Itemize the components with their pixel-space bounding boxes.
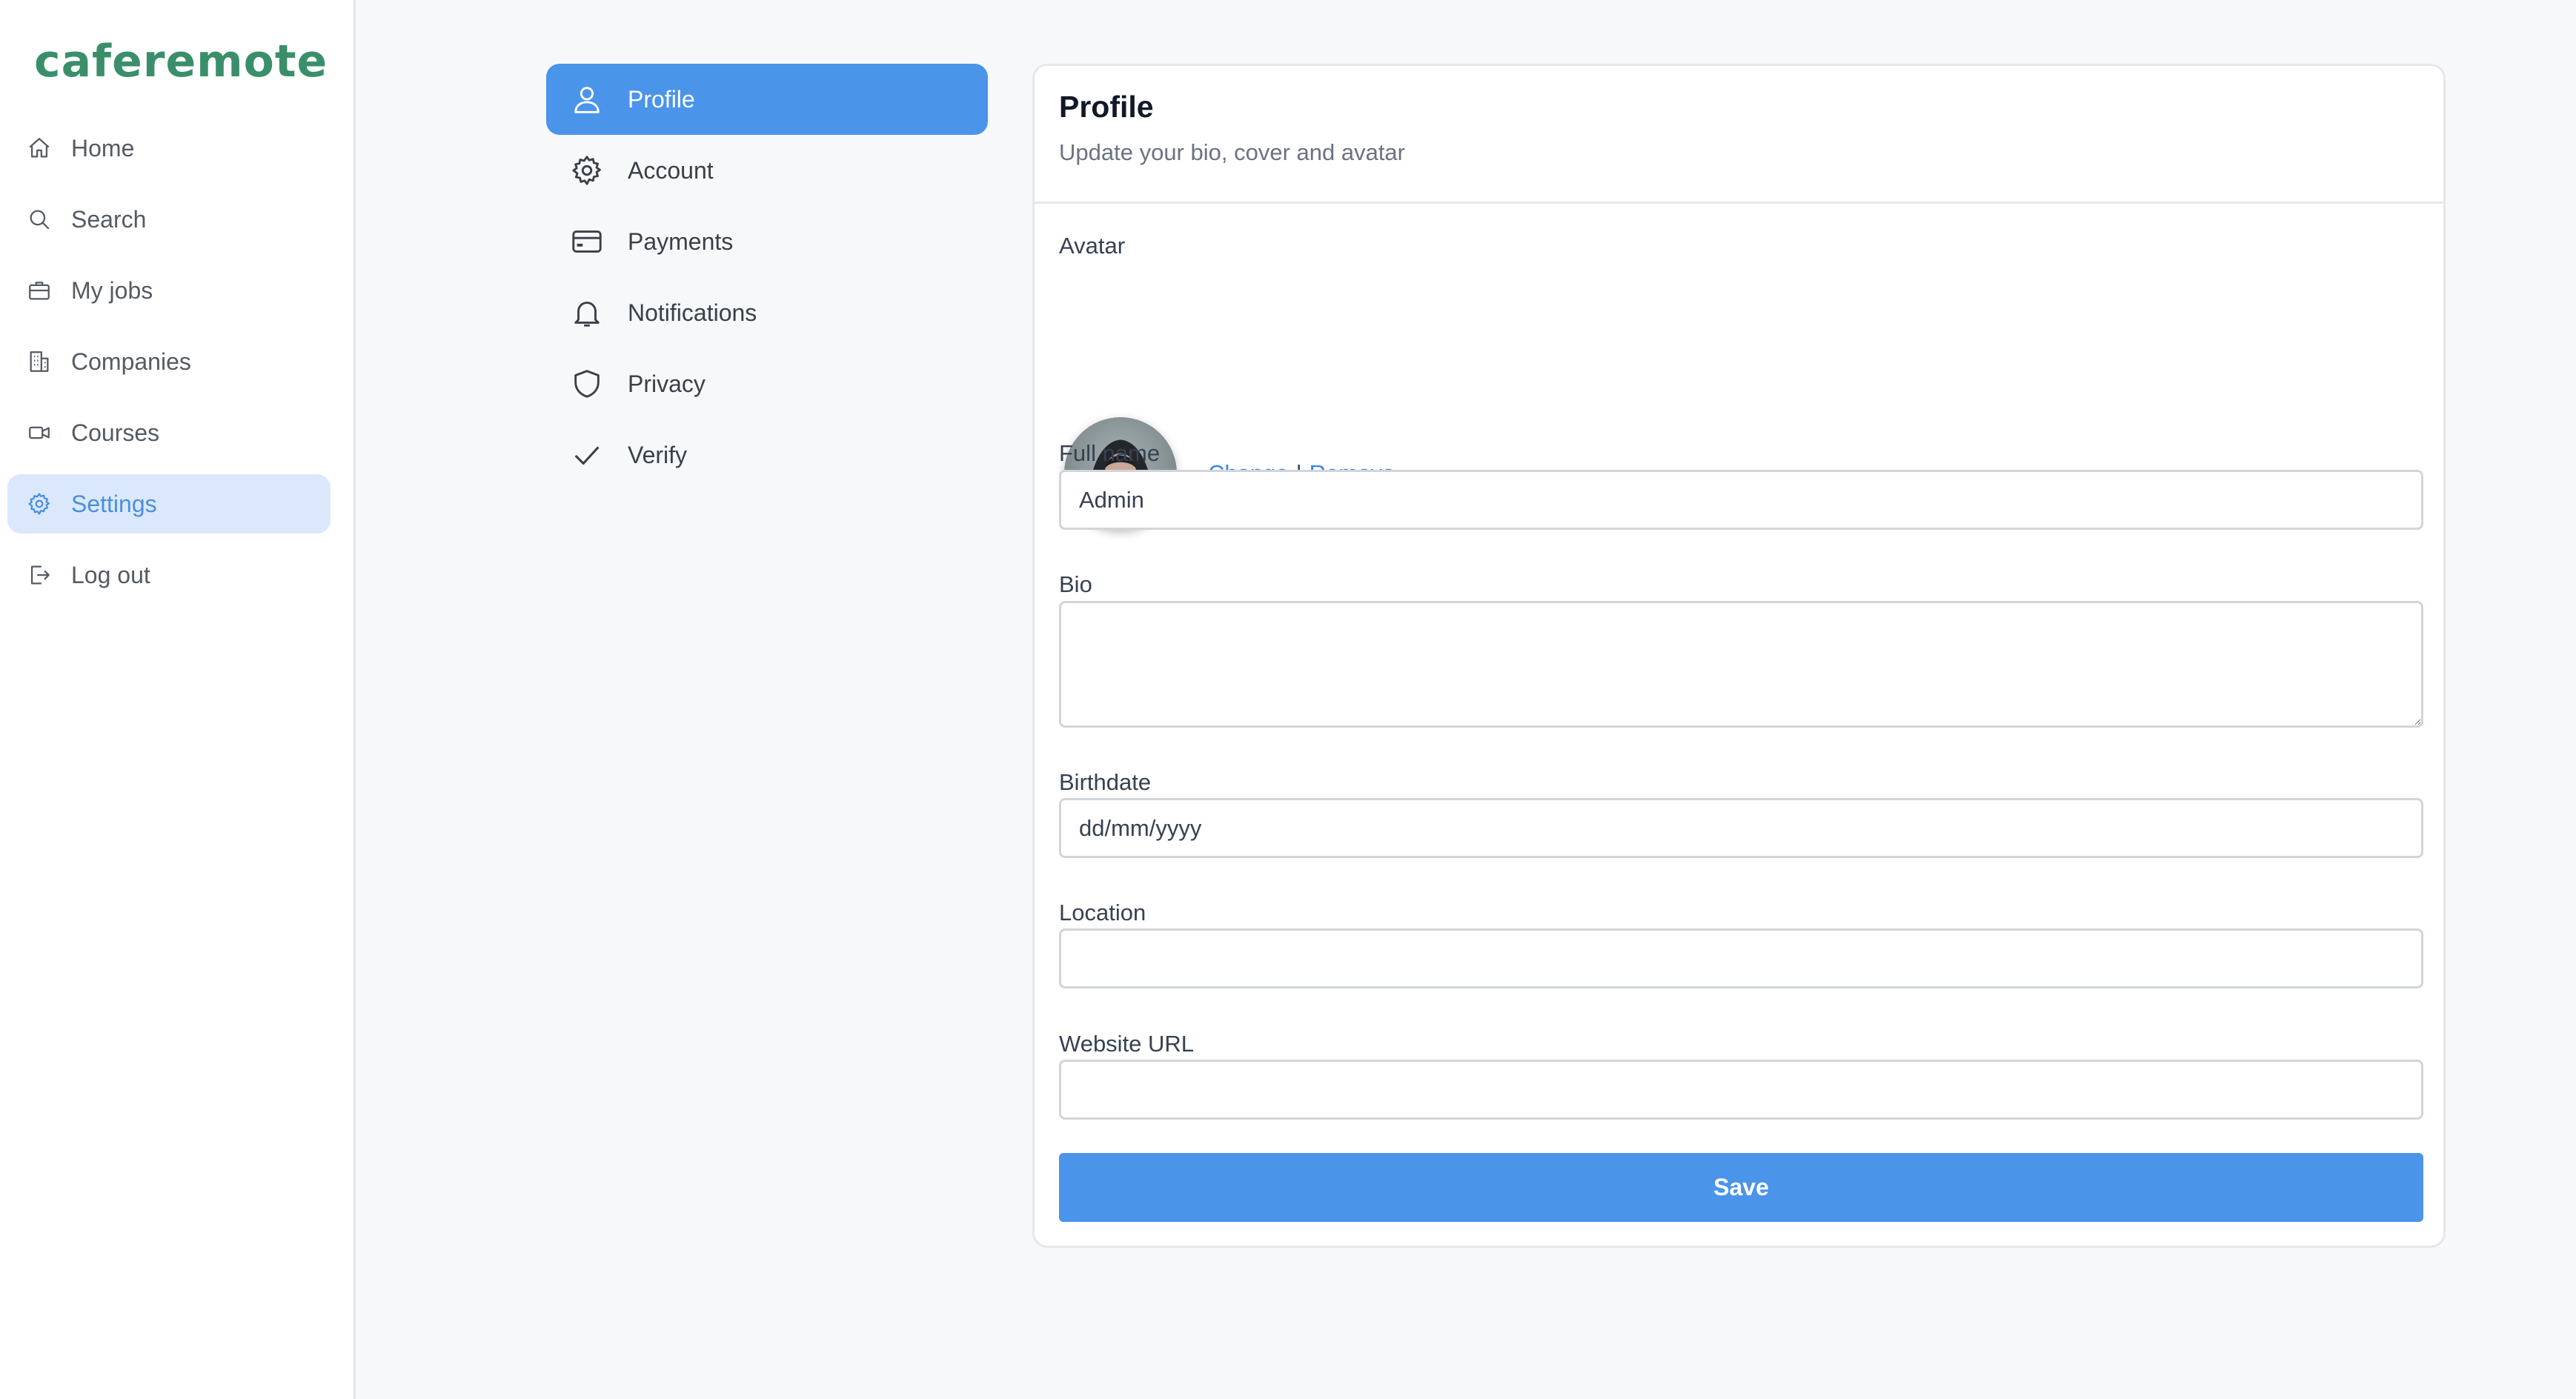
website-url-label: Website URL — [1059, 1031, 1195, 1057]
building-icon — [27, 349, 52, 374]
full-name-label: Full name — [1059, 440, 1161, 466]
birthdate-input[interactable] — [1059, 798, 2423, 858]
sidebar-item-label: Search — [71, 205, 147, 233]
location-input[interactable] — [1059, 928, 2423, 988]
settings-item-account[interactable]: Account — [546, 135, 988, 206]
settings-item-verify[interactable]: Verify — [546, 419, 988, 491]
settings-item-notifications[interactable]: Notifications — [546, 277, 988, 348]
briefcase-icon — [27, 278, 52, 303]
settings-menu: Profile Account Payments Notifications P… — [546, 64, 988, 491]
sidebar-item-label: Courses — [71, 419, 160, 446]
bell-icon — [570, 296, 604, 330]
settings-item-label: Notifications — [628, 299, 757, 326]
page-subtitle: Update your bio, cover and avatar — [1059, 139, 1405, 165]
sidebar-nav: Home Search My jobs Companies Courses Se… — [7, 119, 331, 617]
sidebar-item-label: Settings — [71, 490, 157, 517]
page-title: Profile — [1059, 90, 1154, 124]
bio-textarea[interactable] — [1059, 601, 2423, 728]
full-name-input[interactable] — [1059, 470, 2423, 530]
avatar-label: Avatar — [1059, 233, 1126, 259]
check-icon — [570, 438, 604, 472]
user-icon — [570, 82, 604, 116]
settings-item-payments[interactable]: Payments — [546, 206, 988, 277]
sidebar-item-label: Home — [71, 134, 135, 162]
card-header: Profile Update your bio, cover and avata… — [1035, 66, 2443, 204]
settings-item-label: Account — [628, 156, 714, 184]
app-root: caferemote Home Search My jobs Companies… — [0, 0, 2576, 1399]
settings-item-profile[interactable]: Profile — [546, 64, 988, 135]
birthdate-label: Birthdate — [1059, 769, 1152, 795]
credit-card-icon — [570, 225, 604, 259]
sidebar: caferemote Home Search My jobs Companies… — [0, 0, 356, 1399]
sidebar-item-label: My jobs — [71, 276, 153, 304]
sidebar-item-settings[interactable]: Settings — [7, 474, 331, 534]
sidebar-item-companies[interactable]: Companies — [7, 332, 331, 391]
location-label: Location — [1059, 900, 1146, 926]
logout-icon — [27, 562, 52, 588]
video-icon — [27, 420, 52, 445]
sidebar-item-label: Companies — [71, 348, 191, 375]
gear-icon — [27, 491, 52, 516]
sidebar-item-label: Log out — [71, 561, 150, 588]
settings-item-label: Profile — [628, 85, 695, 113]
sidebar-item-my-jobs[interactable]: My jobs — [7, 261, 331, 320]
sidebar-item-search[interactable]: Search — [7, 190, 331, 249]
shield-icon — [570, 367, 604, 401]
settings-item-privacy[interactable]: Privacy — [546, 348, 988, 419]
profile-card: Profile Update your bio, cover and avata… — [1032, 64, 2446, 1248]
sidebar-item-home[interactable]: Home — [7, 119, 331, 178]
logo[interactable]: caferemote — [34, 36, 328, 87]
gear-icon — [570, 153, 604, 187]
settings-item-label: Verify — [628, 441, 688, 468]
settings-item-label: Payments — [628, 227, 734, 255]
search-icon — [27, 207, 52, 232]
save-button[interactable]: Save — [1059, 1153, 2423, 1222]
bio-label: Bio — [1059, 571, 1092, 597]
home-icon — [27, 136, 52, 161]
sidebar-item-logout[interactable]: Log out — [7, 545, 331, 605]
settings-item-label: Privacy — [628, 370, 706, 397]
website-url-input[interactable] — [1059, 1060, 2423, 1120]
sidebar-item-courses[interactable]: Courses — [7, 403, 331, 462]
